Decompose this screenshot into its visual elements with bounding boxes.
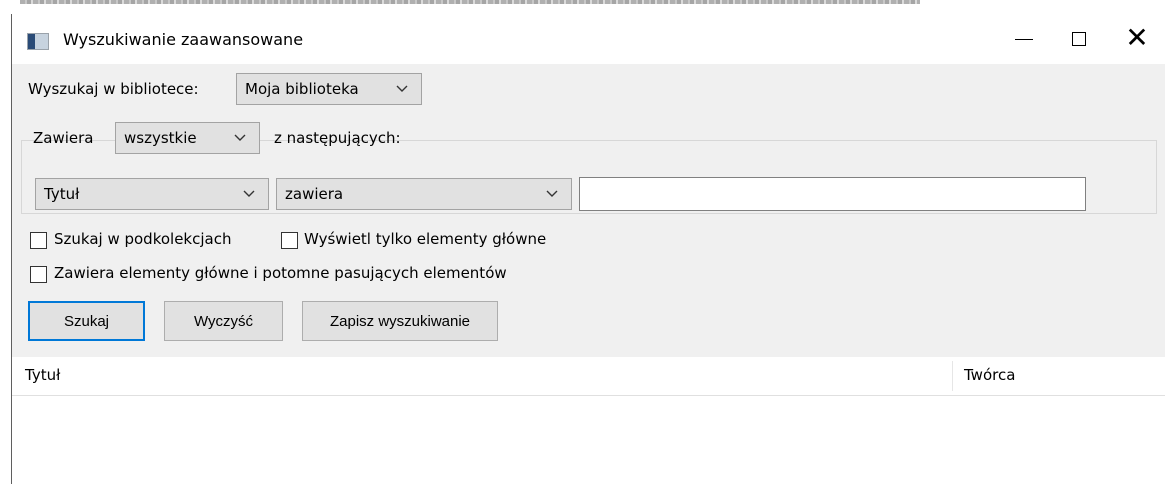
chevron-down-icon	[234, 134, 246, 141]
following-label: z następujących:	[274, 129, 401, 147]
include-parent-child-checkbox[interactable]	[30, 266, 47, 283]
column-separator[interactable]	[952, 361, 953, 391]
title-bar[interactable]: Wyszukiwanie zaawansowane ✕	[12, 14, 1165, 64]
search-form: Wyszukaj w bibliotece: Moja biblioteka Z…	[12, 64, 1165, 357]
include-parent-child-label: Zawiera elementy główne i potomne pasują…	[54, 264, 507, 282]
save-search-button[interactable]: Zapisz wyszukiwanie	[302, 301, 498, 341]
results-list[interactable]	[12, 396, 1165, 484]
match-select[interactable]: wszystkie	[115, 122, 260, 154]
library-label: Wyszukaj w bibliotece:	[28, 80, 199, 98]
show-only-top-level-label: Wyświetl tylko elementy główne	[304, 230, 547, 248]
close-icon: ✕	[1125, 21, 1149, 54]
minimize-button[interactable]	[998, 14, 1050, 64]
operator-select-value: zawiera	[285, 185, 344, 203]
show-only-top-level-checkbox[interactable]	[281, 232, 298, 249]
search-button[interactable]: Szukaj	[28, 301, 145, 341]
field-select-value: Tytuł	[44, 185, 80, 203]
results-header: Tytuł Twórca	[12, 357, 1165, 396]
library-select-value: Moja biblioteka	[245, 80, 359, 98]
match-select-value: wszystkie	[124, 129, 197, 147]
window-title: Wyszukiwanie zaawansowane	[63, 30, 304, 49]
background-text-fragment	[20, 0, 920, 4]
column-header-creator[interactable]: Twórca	[964, 366, 1015, 384]
library-app-icon	[27, 33, 49, 50]
search-value-input[interactable]	[579, 177, 1086, 211]
clear-button[interactable]: Wyczyść	[164, 301, 283, 341]
operator-select[interactable]: zawiera	[276, 178, 572, 210]
field-select[interactable]: Tytuł	[35, 178, 269, 210]
column-header-title[interactable]: Tytuł	[25, 366, 60, 384]
contains-label: Zawiera	[33, 129, 94, 147]
background-window-strip	[0, 0, 1165, 14]
chevron-down-icon	[243, 190, 255, 197]
chevron-down-icon	[396, 85, 408, 92]
maximize-icon	[1072, 32, 1086, 46]
library-select[interactable]: Moja biblioteka	[236, 73, 422, 105]
maximize-button[interactable]	[1053, 14, 1105, 64]
minimize-icon	[1015, 38, 1033, 40]
search-subcollections-label: Szukaj w podkolekcjach	[54, 230, 232, 248]
advanced-search-window: Wyszukiwanie zaawansowane ✕ Wyszukaj w b…	[11, 14, 1165, 484]
search-subcollections-checkbox[interactable]	[30, 232, 47, 249]
chevron-down-icon	[546, 190, 558, 197]
close-button[interactable]: ✕	[1111, 14, 1163, 64]
